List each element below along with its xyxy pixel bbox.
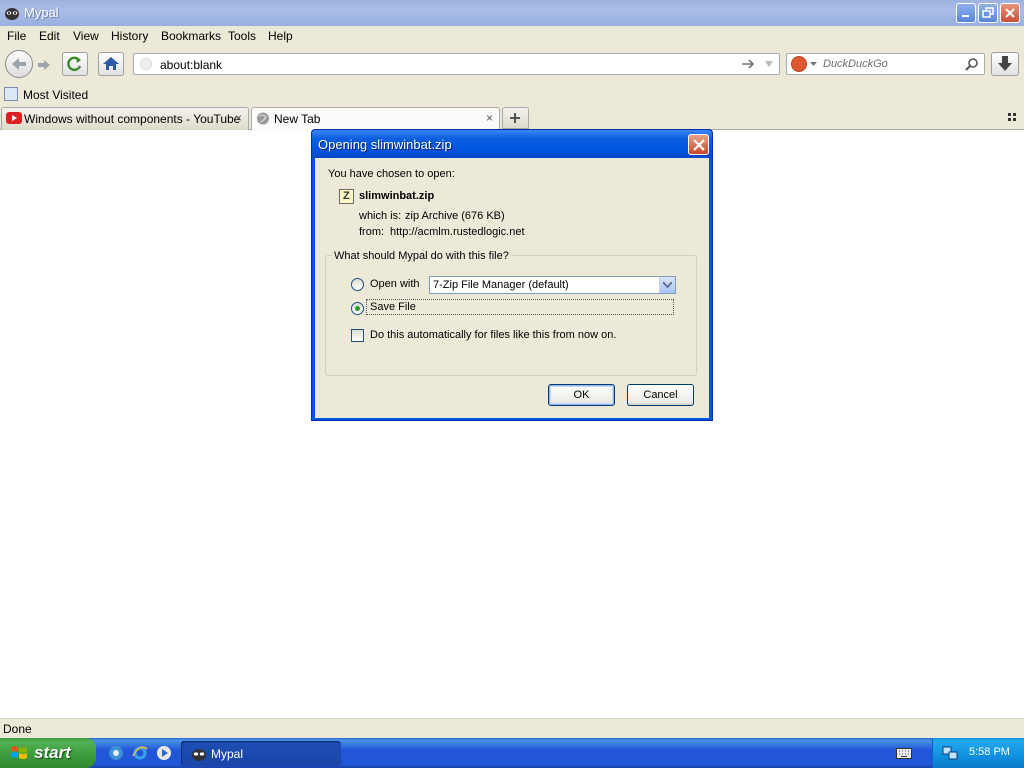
start-button[interactable]: start xyxy=(0,738,96,768)
from-label: from: xyxy=(359,226,385,238)
dialog-titlebar[interactable]: Opening slimwinbat.zip xyxy=(312,130,712,158)
close-icon xyxy=(1005,8,1015,18)
ok-button[interactable]: OK xyxy=(548,384,615,406)
start-label: start xyxy=(34,743,71,762)
tab-youtube[interactable]: Windows without components - YouTube × xyxy=(1,107,249,130)
search-bar[interactable]: DuckDuckGo xyxy=(786,53,985,75)
zip-file-icon: Z xyxy=(339,189,354,204)
status-bar: Done xyxy=(0,718,1024,738)
menu-bookmarks[interactable]: Bookmarks xyxy=(161,29,221,43)
file-type: zip Archive (676 KB) xyxy=(405,210,505,222)
restore-button[interactable] xyxy=(978,3,998,23)
network-icon[interactable] xyxy=(942,745,958,761)
status-text: Done xyxy=(3,722,32,736)
search-input[interactable]: DuckDuckGo xyxy=(823,58,888,70)
selected-app: 7-Zip File Manager (default) xyxy=(433,279,569,291)
cancel-button[interactable]: Cancel xyxy=(627,384,694,406)
menu-help[interactable]: Help xyxy=(268,29,293,43)
menu-edit[interactable]: Edit xyxy=(39,29,60,43)
tab-strip: Windows without components - YouTube × N… xyxy=(0,106,1024,131)
clock[interactable]: 5:58 PM xyxy=(969,746,1010,758)
chosen-label: You have chosen to open: xyxy=(328,168,455,180)
menu-bar: File Edit View History Bookmarks Tools H… xyxy=(0,26,1024,46)
keyboard-icon[interactable] xyxy=(896,748,912,759)
url-input[interactable]: about:blank xyxy=(160,58,222,72)
taskbar-item-mypal[interactable]: Mypal xyxy=(181,741,341,766)
navigation-toolbar: about:blank DuckDuckGo xyxy=(0,46,1024,84)
file-name: slimwinbat.zip xyxy=(359,190,435,202)
reload-icon xyxy=(67,56,82,72)
url-bar[interactable]: about:blank xyxy=(133,53,780,75)
dialog-title: Opening slimwinbat.zip xyxy=(318,137,452,152)
plus-icon xyxy=(510,113,520,123)
select-dropdown-button[interactable] xyxy=(659,277,675,293)
minimize-icon xyxy=(962,15,969,17)
downloads-button[interactable] xyxy=(991,52,1019,76)
url-history-dropdown-icon[interactable] xyxy=(764,59,774,69)
close-button[interactable] xyxy=(1000,3,1020,23)
home-icon xyxy=(103,57,119,70)
menu-view[interactable]: View xyxy=(73,29,99,43)
radio-selected-dot xyxy=(355,306,360,311)
tab-label: Windows without components - YouTube xyxy=(24,112,241,126)
chevron-down-icon xyxy=(663,282,672,288)
window-title: Mypal xyxy=(24,5,59,20)
bookmarks-toolbar: Most Visited xyxy=(0,84,1024,106)
action-groupbox xyxy=(325,255,697,376)
close-icon xyxy=(693,139,705,151)
tab-close-icon[interactable]: × xyxy=(486,111,493,125)
search-icon[interactable] xyxy=(965,57,979,71)
open-with-label[interactable]: Open with xyxy=(370,278,420,290)
back-button[interactable] xyxy=(5,50,33,78)
windows-logo-icon xyxy=(11,746,27,759)
dialog-body: You have chosen to open: Z slimwinbat.zi… xyxy=(315,158,709,418)
open-with-radio[interactable] xyxy=(351,278,364,291)
quicklaunch-browser-icon[interactable] xyxy=(108,745,124,761)
list-all-tabs-icon[interactable] xyxy=(1008,113,1018,123)
save-file-label[interactable]: Save File xyxy=(370,301,416,313)
back-arrow-icon xyxy=(12,58,26,70)
mypal-icon xyxy=(5,8,19,20)
internet-explorer-icon[interactable] xyxy=(132,745,148,761)
download-dialog: Opening slimwinbat.zip You have chosen t… xyxy=(311,129,713,421)
download-arrow-icon xyxy=(998,56,1012,71)
mypal-icon xyxy=(192,749,206,761)
open-with-app-select[interactable]: 7-Zip File Manager (default) xyxy=(429,276,676,294)
forward-button[interactable] xyxy=(35,56,53,74)
globe-icon xyxy=(257,112,269,125)
most-visited-icon xyxy=(4,87,18,101)
menu-tools[interactable]: Tools xyxy=(228,29,256,43)
media-player-icon[interactable] xyxy=(156,745,172,761)
taskbar: start Mypal 5:58 PM xyxy=(0,738,1024,768)
save-file-radio[interactable] xyxy=(351,302,364,315)
reload-button[interactable] xyxy=(62,52,88,76)
window-titlebar[interactable]: Mypal xyxy=(0,0,1024,26)
go-arrow-icon[interactable] xyxy=(741,57,755,71)
which-is-label: which is: xyxy=(359,210,402,222)
auto-action-label[interactable]: Do this automatically for files like thi… xyxy=(370,329,616,341)
menu-history[interactable]: History xyxy=(111,29,148,43)
home-button[interactable] xyxy=(98,52,124,76)
menu-file[interactable]: File xyxy=(7,29,26,43)
dialog-close-button[interactable] xyxy=(688,134,709,155)
auto-action-checkbox[interactable] xyxy=(351,329,364,342)
most-visited-bookmark[interactable]: Most Visited xyxy=(23,88,88,102)
duckduckgo-engine-icon[interactable] xyxy=(791,56,807,72)
tab-close-icon[interactable]: × xyxy=(235,111,242,125)
engine-dropdown-icon[interactable] xyxy=(810,62,817,67)
tab-label: New Tab xyxy=(274,112,321,126)
new-tab-button[interactable] xyxy=(502,107,529,129)
restore-icon xyxy=(982,7,994,18)
tab-new-tab[interactable]: New Tab × xyxy=(251,107,500,131)
taskbar-item-label: Mypal xyxy=(211,747,244,761)
file-source: http://acmlm.rustedlogic.net xyxy=(390,226,525,238)
action-question: What should Mypal do with this file? xyxy=(332,250,511,262)
minimize-button[interactable] xyxy=(956,3,976,23)
system-tray: 5:58 PM xyxy=(932,738,1024,768)
page-identity-icon[interactable] xyxy=(140,58,152,70)
youtube-icon xyxy=(6,112,22,124)
